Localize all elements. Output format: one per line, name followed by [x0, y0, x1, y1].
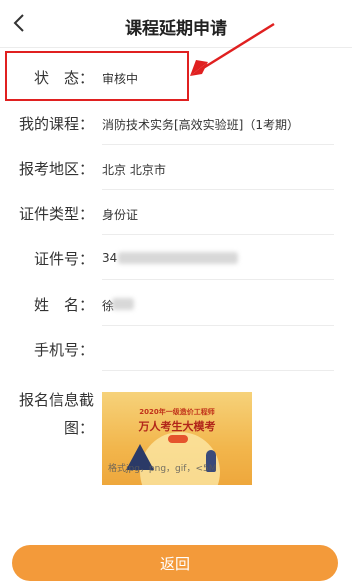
banner-subtitle: 2020年一级造价工程师 [139, 408, 215, 416]
id-type-value: 身份证 [102, 208, 139, 222]
header-bar: 课程延期申请 [0, 0, 352, 48]
banner-title: 万人考生大模考 [138, 420, 216, 433]
red-arrow-icon [190, 22, 275, 76]
upload-hint: 格式jpg，png，gif，<5M [108, 464, 217, 474]
divider [102, 189, 334, 190]
screenshot-label-line2: 图： [63, 419, 94, 437]
return-button[interactable]: 返回 [12, 545, 338, 581]
name-label: 姓 名： [33, 296, 94, 314]
blurred-name [112, 298, 134, 310]
id-type-label: 证件类型： [18, 205, 94, 223]
id-type-row: 证件类型： 身份证 [0, 191, 352, 235]
region-label: 报考地区： [18, 160, 94, 178]
page-title: 课程延期申请 [125, 19, 227, 39]
divider [102, 325, 334, 326]
course-label: 我的课程： [18, 115, 94, 133]
divider [102, 234, 334, 235]
id-number-row: 证件号： 34 [0, 236, 352, 280]
course-value: 消防技术实务[高效实验班]（1考期） [102, 118, 299, 132]
divider [102, 370, 334, 371]
region-value: 北京 北京市 [102, 163, 166, 177]
screenshot-label-line1: 报名信息截 [18, 391, 94, 409]
uploaded-screenshot-image[interactable]: 2020年一级造价工程师 万人考生大模考 格式jpg，png，gif，<5M [102, 392, 252, 485]
course-row: 我的课程： 消防技术实务[高效实验班]（1考期） [0, 101, 352, 145]
phone-row: 手机号： [0, 327, 352, 371]
id-number-label: 证件号： [33, 250, 94, 268]
phone-label: 手机号： [33, 341, 94, 359]
screenshot-label: 报名信息截 图： [19, 386, 94, 442]
blurred-id-number [118, 252, 238, 264]
region-row: 报考地区： 北京 北京市 [0, 146, 352, 190]
id-number-value: 34 [102, 251, 118, 265]
name-row: 姓 名： 徐 [0, 282, 352, 326]
banner-badge [168, 435, 188, 443]
status-highlight-box [5, 51, 189, 101]
divider [102, 144, 334, 145]
divider [102, 279, 334, 280]
